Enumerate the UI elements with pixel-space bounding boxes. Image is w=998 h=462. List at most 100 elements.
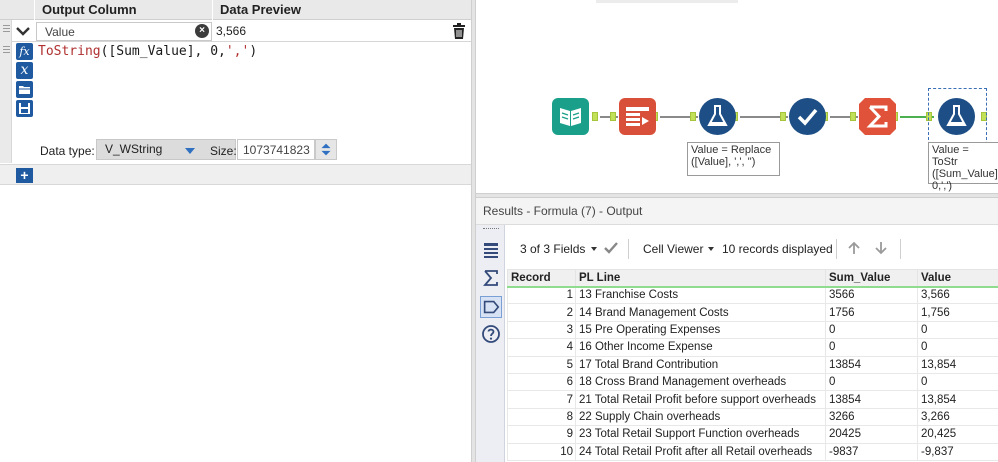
cell-pl-line: 21 Total Retail Profit before support ov… [575, 390, 826, 409]
cell-record: 5 [507, 355, 576, 374]
expr-field: [Sum_Value] [108, 44, 195, 59]
cell-value: 3,566 [917, 285, 998, 305]
expression-editor[interactable]: ToString([Sum_Value], 0,',') [38, 44, 468, 136]
formula-config-panel: Output Column Data Preview × 3,566 fx x [0, 0, 471, 462]
save-icon[interactable] [16, 100, 33, 117]
cell-pl-line: 17 Total Brand Contribution [575, 355, 826, 374]
size-field[interactable] [237, 139, 315, 160]
formula-tool-selected-icon[interactable] [938, 98, 975, 135]
col-header-value[interactable]: Value [917, 269, 998, 288]
cell-sum-value: 13854 [825, 355, 918, 374]
arrow-down-icon[interactable] [873, 240, 889, 256]
cell-value: 0 [917, 372, 998, 392]
cell-sum-value: 1756 [825, 303, 918, 322]
table-row[interactable]: 5 17 Total Brand Contribution 13854 13,854 [507, 355, 998, 374]
table-row[interactable]: 10 24 Total Retail Profit after all Retai… [507, 442, 998, 461]
table-row[interactable]: 6 18 Cross Brand Management overheads 0 0 [507, 372, 998, 392]
results-sidebar [476, 225, 505, 462]
table-row[interactable]: 1 13 Franchise Costs 3566 3,566 [507, 285, 998, 305]
data-type-value: V_WString [105, 142, 163, 156]
data-type-row: Data type: V_WString Size: [33, 137, 471, 163]
cell-sum-value: 0 [825, 320, 918, 340]
table-row[interactable]: 8 22 Supply Chain overheads 3266 3,266 [507, 407, 998, 427]
cell-record: 10 [507, 442, 576, 461]
expr-separator: , [194, 44, 211, 59]
chevron-down-icon[interactable] [14, 22, 32, 40]
table-row[interactable]: 7 21 Total Retail Profit before support o… [507, 390, 998, 409]
expr-function: ToString [38, 44, 101, 59]
data-type-label: Data type: [40, 144, 95, 158]
viewer-caret-icon[interactable] [708, 247, 714, 251]
workflow-canvas[interactable]: Value = Replace ([Value], ',', '') Value… [476, 0, 998, 193]
input-data-tool-icon[interactable] [552, 98, 589, 135]
formula-tool-icon[interactable] [699, 98, 736, 135]
summarize-tool-icon[interactable] [859, 98, 896, 135]
cell-sum-value: -9837 [825, 442, 918, 461]
checkmark-icon[interactable] [603, 241, 619, 255]
sigma-icon[interactable] [481, 268, 501, 288]
cell-record: 8 [507, 407, 576, 427]
cell-pl-line: 16 Other Income Expense [575, 338, 826, 357]
cell-value: 3,266 [917, 407, 998, 427]
results-toolbar: 3 of 3 Fields Cell Viewer 10 records dis… [505, 225, 998, 269]
table-row[interactable]: 2 14 Brand Management Costs 1756 1,756 [507, 303, 998, 322]
trash-icon[interactable] [452, 23, 466, 39]
output-column-header: Output Column [34, 0, 210, 20]
cell-value: 20,425 [917, 425, 998, 444]
arrow-up-icon[interactable] [846, 240, 862, 256]
table-row[interactable]: 3 15 Pre Operating Expenses 0 0 [507, 320, 998, 340]
formula-annotation-1: Value = Replace ([Value], ',', '') [687, 142, 780, 176]
size-label: Size: [210, 144, 237, 158]
cell-sum-value: 20425 [825, 425, 918, 444]
header-blank [0, 0, 34, 20]
cell-value: 0 [917, 338, 998, 357]
col-header-sum-value[interactable]: Sum_Value [825, 269, 918, 288]
canvas-tab-strip [596, 0, 738, 3]
help-icon[interactable] [481, 324, 501, 344]
cell-value: 13,854 [917, 355, 998, 374]
col-header-record[interactable]: Record [507, 269, 576, 288]
table-row[interactable]: 9 23 Total Retail Support Function overhe… [507, 425, 998, 444]
cell-pl-line: 18 Cross Brand Management overheads [575, 372, 826, 392]
cell-pl-line: 13 Franchise Costs [575, 285, 826, 305]
clear-field-icon[interactable]: × [195, 24, 209, 38]
expression-toolbar: fx x [16, 43, 33, 119]
table-row[interactable]: 4 16 Other Income Expense 0 0 [507, 338, 998, 357]
expr-string: ',' [225, 44, 250, 59]
tag-icon[interactable] [480, 296, 502, 318]
fields-selector[interactable]: 3 of 3 Fields [520, 242, 585, 256]
dropdown-caret-icon[interactable] [185, 148, 195, 154]
cell-sum-value: 3566 [825, 285, 918, 305]
formula-annotation-2: Value = ToStr ([Sum_Value], 0,',') [928, 142, 998, 192]
cell-record: 7 [507, 390, 576, 409]
records-count: 10 records displayed [722, 242, 833, 256]
cell-viewer-selector[interactable]: Cell Viewer [643, 242, 703, 256]
cell-pl-line: 22 Supply Chain overheads [575, 407, 826, 427]
auto-field-tool-icon[interactable] [789, 98, 826, 135]
cell-record: 1 [507, 285, 576, 305]
cell-value: 1,756 [917, 303, 998, 322]
expr-number: 0 [210, 44, 219, 59]
data-preview-header: Data Preview [212, 0, 471, 20]
add-expression-button[interactable]: + [16, 168, 33, 183]
drag-dots[interactable] [483, 228, 499, 230]
output-column-field[interactable] [36, 22, 212, 41]
data-preview-value: 3,566 [216, 24, 247, 38]
row-drag-handle[interactable] [0, 20, 12, 163]
fields-caret-icon[interactable] [591, 247, 597, 251]
add-expression-bar: + [0, 164, 471, 185]
function-icon[interactable]: fx [16, 43, 33, 60]
select-tool-icon[interactable] [619, 98, 656, 135]
size-spinner-icon[interactable] [315, 139, 337, 160]
variables-icon[interactable]: x [16, 62, 33, 79]
open-folder-icon[interactable] [16, 81, 33, 98]
results-header-row: Record PL Line Sum_Value Value [507, 269, 998, 288]
cell-sum-value: 0 [825, 372, 918, 392]
col-header-pl-line[interactable]: PL Line [575, 269, 826, 288]
results-table: Record PL Line Sum_Value Value 1 13 Franc… [507, 269, 998, 461]
results-title: Results - Formula (7) - Output [476, 198, 998, 225]
cell-sum-value: 3266 [825, 407, 918, 427]
cell-record: 6 [507, 372, 576, 392]
table-view-icon[interactable] [481, 240, 501, 260]
cell-value: 13,854 [917, 390, 998, 409]
